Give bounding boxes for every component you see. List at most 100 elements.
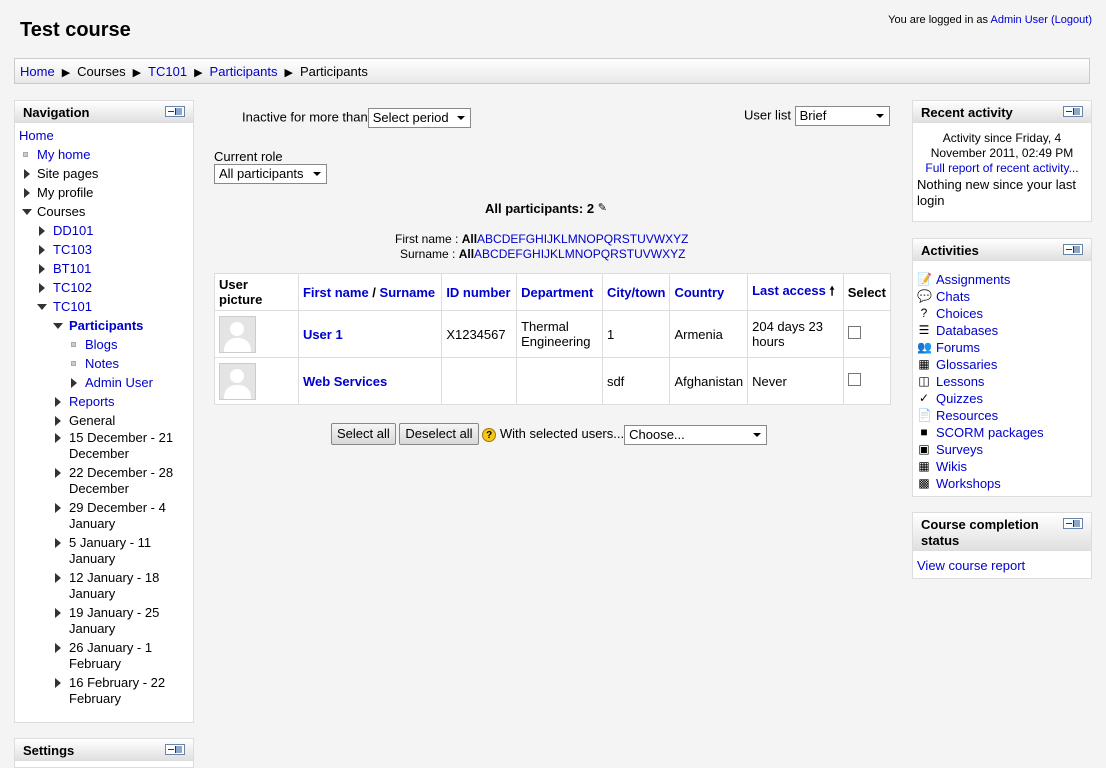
full-report-link[interactable]: Full report of recent activity... <box>925 161 1078 175</box>
nav-course-link[interactable]: DD101 <box>53 223 93 238</box>
nav-reports-link[interactable]: Reports <box>69 394 115 409</box>
nav-week-section[interactable]: 15 December - 21 December <box>15 430 193 462</box>
activity-item[interactable]: ? Choices <box>916 305 1091 322</box>
nav-week-section[interactable]: 5 January - 11 January <box>15 535 193 567</box>
nav-participants-link[interactable]: Participants <box>69 318 143 333</box>
activity-link[interactable]: Resources <box>936 408 998 423</box>
firstname-all[interactable]: All <box>462 232 477 246</box>
nav-week-section[interactable]: 26 January - 1 February <box>15 640 193 672</box>
nav-week-section[interactable]: 29 December - 4 January <box>15 500 193 532</box>
activity-link[interactable]: Choices <box>936 306 983 321</box>
nav-week-section[interactable]: 22 December - 28 December <box>15 465 193 497</box>
activity-item[interactable]: ☰ Databases <box>916 322 1091 339</box>
breadcrumb-course[interactable]: TC101 <box>148 64 187 79</box>
avatar[interactable] <box>219 362 256 400</box>
collapse-arrow-icon <box>53 323 63 329</box>
nav-course-link[interactable]: TC101 <box>53 299 92 314</box>
activity-item[interactable]: ■ SCORM packages <box>916 424 1091 441</box>
nav-notes[interactable]: Notes <box>15 354 193 373</box>
surname-all[interactable]: All <box>459 247 474 261</box>
userlist-select[interactable]: Brief <box>794 106 890 126</box>
activity-link[interactable]: SCORM packages <box>936 425 1044 440</box>
activity-link[interactable]: Workshops <box>936 476 1001 491</box>
breadcrumb-separator-icon: ▶ <box>61 67 71 79</box>
activity-item[interactable]: 💬 Chats <box>916 288 1091 305</box>
activity-link[interactable]: Surveys <box>936 442 983 457</box>
nav-admin-user[interactable]: Admin User <box>15 373 193 392</box>
user-link[interactable]: Admin User <box>990 14 1047 26</box>
nav-week-section[interactable]: 12 January - 18 January <box>15 570 193 602</box>
user-name-link[interactable]: Web Services <box>303 374 387 389</box>
activity-item[interactable]: ◫ Lessons <box>916 373 1091 390</box>
nav-course-dd101[interactable]: DD101 <box>15 221 193 240</box>
nav-reports[interactable]: Reports <box>15 392 193 411</box>
nav-my-home[interactable]: My home <box>15 145 193 164</box>
nav-course-link[interactable]: BT101 <box>53 261 91 276</box>
dock-block-icon[interactable] <box>1063 518 1083 529</box>
activity-item[interactable]: ▣ Surveys <box>916 441 1091 458</box>
role-select[interactable]: All participants <box>214 164 327 184</box>
activity-link[interactable]: Lessons <box>936 374 984 389</box>
nav-course-tc101[interactable]: TC101 <box>15 297 193 316</box>
sort-first-name[interactable]: First name <box>303 285 369 300</box>
select-all-button[interactable]: Select all <box>331 423 396 445</box>
nav-my-home-link[interactable]: My home <box>37 147 90 162</box>
nav-course-tc103[interactable]: TC103 <box>15 240 193 259</box>
dock-block-icon[interactable] <box>1063 244 1083 255</box>
nav-participants[interactable]: Participants <box>15 316 193 335</box>
deselect-all-button[interactable]: Deselect all <box>399 423 479 445</box>
breadcrumb-participants-link[interactable]: Participants <box>210 64 278 79</box>
sort-id-number[interactable]: ID number <box>446 285 510 300</box>
activity-link[interactable]: Assignments <box>936 272 1010 287</box>
view-course-report-link[interactable]: View course report <box>917 558 1025 573</box>
surname-letters[interactable]: ABCDEFGHIJKLMNOPQRSTUVWXYZ <box>474 247 685 261</box>
firstname-letters[interactable]: ABCDEFGHIJKLMNOPQRSTUVWXYZ <box>477 232 688 246</box>
nav-week-section[interactable]: 16 February - 22 February <box>15 675 193 707</box>
activity-item[interactable]: ▦ Glossaries <box>916 356 1091 373</box>
avatar[interactable] <box>219 315 256 353</box>
activity-item[interactable]: 📄 Resources <box>916 407 1091 424</box>
nav-admin-user-link[interactable]: Admin User <box>85 375 153 390</box>
nav-home-link[interactable]: Home <box>19 128 54 143</box>
nav-course-tc102[interactable]: TC102 <box>15 278 193 297</box>
activity-link[interactable]: Quizzes <box>936 391 983 406</box>
sort-city[interactable]: City/town <box>607 285 666 300</box>
help-icon[interactable]: ? <box>482 427 497 442</box>
nav-course-bt101[interactable]: BT101 <box>15 259 193 278</box>
breadcrumb-home[interactable]: Home <box>20 64 55 79</box>
activity-link[interactable]: Forums <box>936 340 980 355</box>
select-checkbox[interactable] <box>847 326 861 339</box>
edit-pencil-icon[interactable]: ✎ <box>598 202 607 214</box>
activity-item[interactable]: 👥 Forums <box>916 339 1091 356</box>
activity-link[interactable]: Wikis <box>936 459 967 474</box>
activity-item[interactable]: ▦ Wikis <box>916 458 1091 475</box>
nav-courses[interactable]: Courses <box>15 202 193 221</box>
nav-week-section[interactable]: 19 January - 25 January <box>15 605 193 637</box>
dock-block-icon[interactable] <box>165 106 185 117</box>
nav-course-link[interactable]: TC103 <box>53 242 92 257</box>
dock-block-icon[interactable] <box>1063 106 1083 117</box>
nav-blogs-link[interactable]: Blogs <box>85 337 118 352</box>
bulk-action-select[interactable]: Choose... <box>624 424 768 445</box>
nav-course-link[interactable]: TC102 <box>53 280 92 295</box>
nav-general[interactable]: General <box>15 411 193 430</box>
sort-surname[interactable]: Surname <box>380 285 436 300</box>
select-checkbox[interactable] <box>847 373 861 386</box>
nav-notes-link[interactable]: Notes <box>85 356 119 371</box>
sort-country[interactable]: Country <box>674 285 724 300</box>
nav-blogs[interactable]: Blogs <box>15 335 193 354</box>
sort-last-access[interactable]: Last access <box>752 283 826 298</box>
nav-my-profile[interactable]: My profile <box>15 183 193 202</box>
nav-site-pages[interactable]: Site pages <box>15 164 193 183</box>
activity-item[interactable]: ✓ Quizzes <box>916 390 1091 407</box>
activity-item[interactable]: 📝 Assignments <box>916 271 1091 288</box>
activity-link[interactable]: Chats <box>936 289 970 304</box>
activity-item[interactable]: ▩ Workshops <box>916 475 1091 492</box>
activity-link[interactable]: Glossaries <box>936 357 997 372</box>
nav-home[interactable]: Home <box>15 126 193 145</box>
activity-link[interactable]: Databases <box>936 323 998 338</box>
user-name-link[interactable]: User 1 <box>303 327 343 342</box>
inactive-period-select[interactable]: Select period <box>367 108 471 128</box>
sort-department[interactable]: Department <box>521 285 593 300</box>
logout-link[interactable]: (Logout) <box>1051 14 1092 26</box>
